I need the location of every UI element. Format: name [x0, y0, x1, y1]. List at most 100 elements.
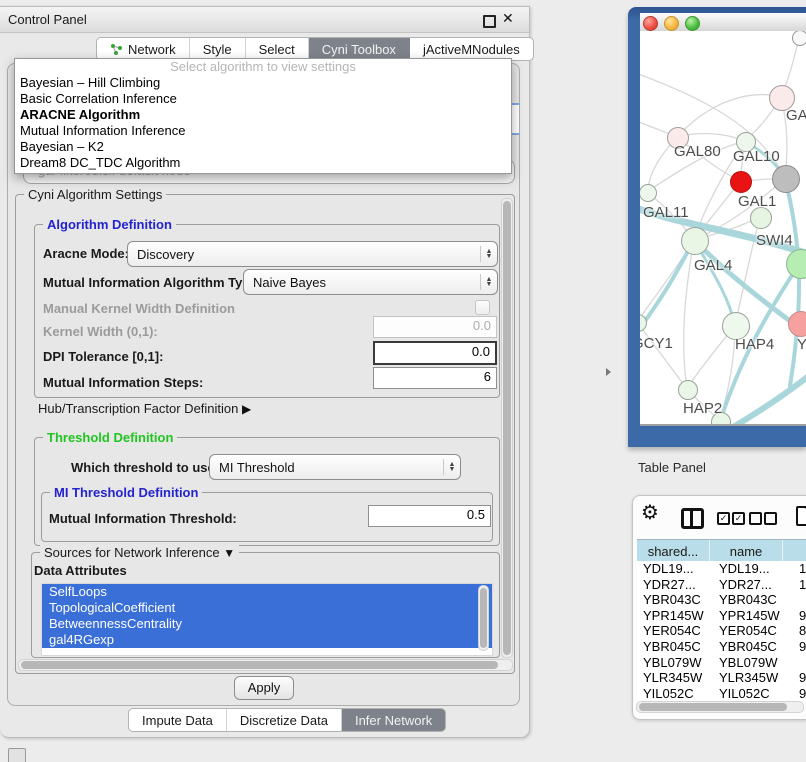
- unchecked-checkbox-icon[interactable]: [764, 512, 777, 525]
- column-header-shared-name[interactable]: shared...: [637, 540, 710, 562]
- close-traffic-light[interactable]: [643, 16, 658, 31]
- cell: 9.: [791, 670, 806, 686]
- dpi-tolerance-field[interactable]: 0.0: [373, 341, 497, 365]
- checked-checkbox-icon[interactable]: ✓: [732, 512, 745, 525]
- data-attributes-list[interactable]: SelfLoops TopologicalCoefficient Between…: [41, 583, 493, 656]
- table-row[interactable]: YDR27...YDR27...12: [637, 577, 806, 593]
- tab-style[interactable]: Style: [190, 38, 246, 60]
- table-row[interactable]: YBL079WYBL079W: [637, 655, 806, 671]
- cell: [791, 655, 806, 671]
- dropdown-item[interactable]: Basic Correlation Inference: [15, 91, 511, 107]
- hub-definition-toggle[interactable]: Hub/Transcription Factor Definition ▶: [38, 401, 251, 416]
- spinner-arrows-icon: ▲▼: [443, 459, 460, 475]
- mi-algorithm-type-select[interactable]: Naive Bayes ▲▼: [243, 269, 498, 295]
- network-node-label: Y: [797, 336, 806, 353]
- dpi-tolerance-label: DPI Tolerance [0,1]:: [43, 349, 163, 364]
- dropdown-item-highlighted[interactable]: ARACNE Algorithm: [15, 107, 511, 123]
- attribute-item[interactable]: SelfLoops: [42, 584, 492, 600]
- dropdown-item[interactable]: Bayesian – Hill Climbing: [15, 75, 511, 91]
- kernel-width-field[interactable]: 0.0: [373, 316, 497, 338]
- table-row[interactable]: YBR043CYBR043C: [637, 592, 806, 608]
- network-canvas[interactable]: GALGAL80GAL10GAL1GAL11SWI4GAL4GCY1HAP4YH…: [640, 31, 806, 426]
- aracne-mode-value: Discovery: [128, 247, 480, 262]
- aracne-mode-label: Aracne Mode:: [43, 246, 129, 261]
- cell: 13: [791, 561, 806, 577]
- apply-button[interactable]: Apply: [234, 676, 294, 700]
- dropdown-item[interactable]: Bayesian – K2: [15, 139, 511, 155]
- gear-icon[interactable]: ⚙: [641, 500, 659, 525]
- dropdown-placeholder: Select algorithm to view settings: [15, 59, 511, 75]
- cell: 9: [791, 686, 806, 702]
- tab-discretize-data[interactable]: Discretize Data: [227, 709, 342, 731]
- table-row[interactable]: YBR045CYBR045C9.: [637, 639, 806, 655]
- which-threshold-value: MI Threshold: [210, 460, 443, 475]
- table-row[interactable]: YPR145WYPR145W9.: [637, 608, 806, 624]
- minimized-panel-icon[interactable]: [8, 748, 26, 762]
- split-divider-arrow[interactable]: [606, 368, 611, 376]
- network-node-label: GAL1: [738, 193, 776, 210]
- attribute-item[interactable]: TopologicalCoefficient: [42, 600, 492, 616]
- network-node-label: GAL: [786, 107, 806, 124]
- column-header-name[interactable]: name: [710, 540, 783, 562]
- cell: YBL079W: [715, 655, 791, 671]
- table-row[interactable]: YER054CYER054C8.: [637, 623, 806, 639]
- tab-cyni-toolbox[interactable]: Cyni Toolbox: [309, 38, 410, 60]
- network-node[interactable]: [678, 380, 698, 400]
- settings-horizontal-scrollbar[interactable]: [18, 659, 513, 671]
- cell: 9.: [791, 639, 806, 655]
- control-panel-titlebar[interactable]: Control Panel ✕: [0, 7, 529, 33]
- network-node[interactable]: [772, 165, 800, 193]
- cell: YDR27...: [715, 577, 791, 593]
- unchecked-checkbox-icon[interactable]: [749, 512, 762, 525]
- attribute-item[interactable]: gal4RGexp: [42, 632, 492, 648]
- tab-discretize-data-label: Discretize Data: [240, 713, 328, 728]
- close-icon[interactable]: ✕: [502, 10, 514, 27]
- attributes-list-scrollbar[interactable]: [478, 585, 489, 651]
- network-tab-icon: [110, 43, 123, 56]
- columns-icon[interactable]: [681, 508, 704, 529]
- control-panel-title: Control Panel: [8, 12, 87, 27]
- mi-threshold-definition-title: MI Threshold Definition: [50, 485, 202, 500]
- dropdown-item[interactable]: Dream8 DC_TDC Algorithm: [15, 155, 511, 171]
- table-horizontal-scrollbar[interactable]: [636, 701, 804, 713]
- tab-jactivemnodules[interactable]: jActiveMNodules: [410, 38, 533, 60]
- table-row[interactable]: YLR345WYLR345W9.: [637, 670, 806, 686]
- mi-steps-field[interactable]: 6: [373, 367, 497, 389]
- aracne-mode-select[interactable]: Discovery ▲▼: [127, 241, 498, 267]
- tab-network-label: Network: [128, 42, 176, 57]
- mi-threshold-label: Mutual Information Threshold:: [49, 511, 237, 526]
- table-row[interactable]: YDL19...YDL19...13: [637, 561, 806, 577]
- tab-infer-network[interactable]: Infer Network: [342, 709, 445, 731]
- cell: YLR345W: [715, 670, 791, 686]
- cell: YDL19...: [637, 561, 715, 577]
- network-view-titlebar[interactable]: [640, 13, 806, 32]
- cell: YPR145W: [637, 608, 715, 624]
- network-node[interactable]: [792, 31, 806, 46]
- sources-title: Sources for Network Inference: [44, 545, 220, 560]
- minimize-traffic-light[interactable]: [664, 16, 679, 31]
- mi-threshold-field[interactable]: 0.5: [368, 505, 491, 527]
- network-node[interactable]: [681, 227, 709, 255]
- manual-kernel-width-checkbox[interactable]: [475, 300, 490, 315]
- cell: 12: [791, 577, 806, 593]
- table-row[interactable]: YIL052CYIL052C9: [637, 686, 806, 702]
- network-node[interactable]: [750, 207, 772, 229]
- tab-impute-data[interactable]: Impute Data: [129, 709, 227, 731]
- checked-checkbox-icon[interactable]: ✓: [717, 512, 730, 525]
- settings-vertical-scrollbar[interactable]: [501, 198, 513, 658]
- zoom-traffic-light[interactable]: [685, 16, 700, 31]
- tab-select[interactable]: Select: [246, 38, 309, 60]
- file-icon[interactable]: [796, 506, 806, 526]
- sources-title-toggle[interactable]: Sources for Network Inference ▼: [40, 545, 239, 560]
- tab-network[interactable]: Network: [97, 38, 190, 60]
- dropdown-item[interactable]: Mutual Information Inference: [15, 123, 511, 139]
- network-node[interactable]: [730, 171, 752, 193]
- manual-kernel-width-label: Manual Kernel Width Definition: [43, 301, 235, 316]
- which-threshold-select[interactable]: MI Threshold ▲▼: [209, 454, 461, 480]
- attribute-item[interactable]: BetweennessCentrality: [42, 616, 492, 632]
- column-header-partial[interactable]: [783, 540, 806, 562]
- float-window-icon[interactable]: [483, 15, 496, 28]
- network-node-label: GAL10: [733, 148, 780, 165]
- tab-select-label: Select: [259, 42, 295, 57]
- table-panel-card: ⚙ ✓ ✓ shared... name YDL19...YDL19...13 …: [632, 495, 806, 720]
